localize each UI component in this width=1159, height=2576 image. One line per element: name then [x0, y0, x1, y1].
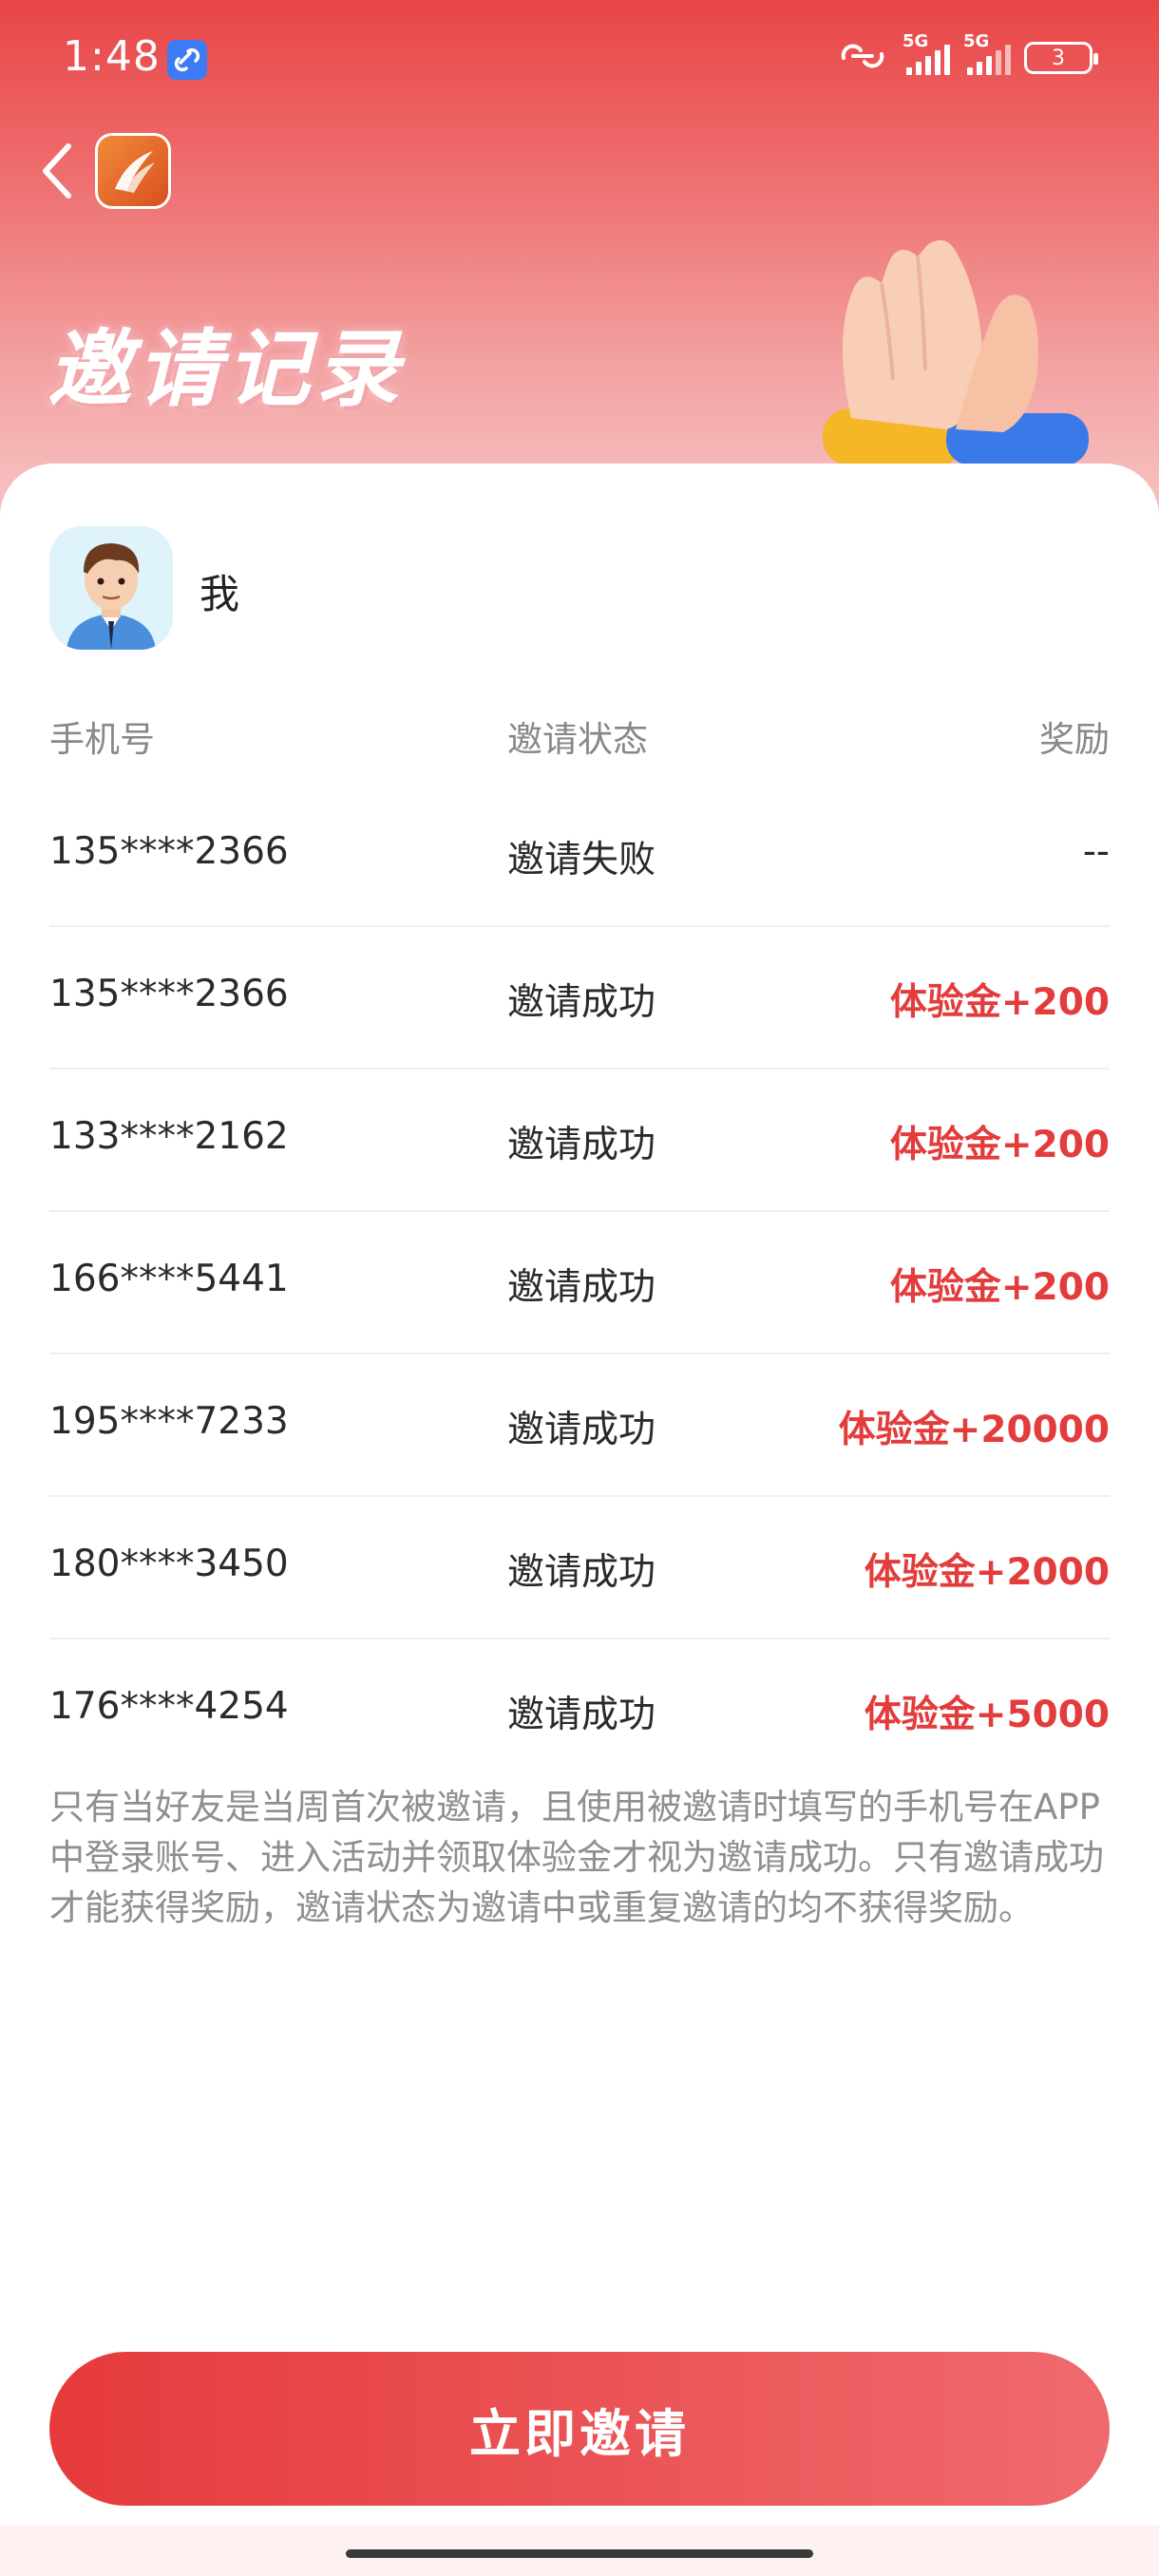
table-row: 176****4254 邀请成功 体验金+5000 — [49, 1639, 1110, 1782]
invite-rules-notice: 只有当好友是当周首次被邀请，且使用被邀请时填写的手机号在APP中登录账号、进入活… — [49, 1787, 1104, 1928]
row-reward: 体验金+20000 — [838, 1409, 1110, 1451]
network-label-1: 5G — [902, 31, 929, 51]
table-row: 135****2366 邀请成功 体验金+200 — [49, 927, 1110, 1070]
row-status: 邀请成功 — [507, 1694, 656, 1736]
table-row: 180****3450 邀请成功 体验金+2000 — [49, 1497, 1110, 1639]
column-header-phone: 手机号 — [49, 719, 155, 760]
row-status: 邀请成功 — [507, 1124, 656, 1166]
status-time: 1:48 — [63, 32, 161, 81]
row-status: 邀请成功 — [507, 1266, 656, 1309]
status-bar: 1:48 5G 5G 3 — [0, 0, 1159, 114]
home-indicator[interactable] — [346, 2549, 813, 2558]
signal-icon-sim1: 5G — [902, 31, 950, 75]
app-logo — [95, 133, 171, 209]
user-avatar — [49, 526, 173, 650]
row-phone: 135****2366 — [49, 973, 289, 1015]
user-name: 我 — [200, 571, 240, 617]
column-header-status: 邀请状态 — [507, 719, 648, 760]
row-reward: -- — [1082, 830, 1110, 873]
status-indicators: 5G 5G 3 — [836, 31, 1098, 82]
link-app-icon — [167, 40, 207, 80]
signal-icon-sim2: 5G — [963, 31, 1011, 75]
invite-now-button[interactable]: 立即邀请 — [49, 2352, 1110, 2506]
row-status: 邀请成功 — [507, 1551, 656, 1594]
column-header-reward: 奖励 — [1039, 719, 1110, 760]
battery-level: 3 — [1052, 46, 1065, 70]
high-five-illustration — [813, 228, 1089, 465]
row-reward: 体验金+2000 — [864, 1551, 1110, 1594]
table-row: 135****2366 邀请失败 -- — [49, 785, 1110, 927]
row-phone: 176****4254 — [49, 1685, 289, 1728]
network-label-2: 5G — [963, 31, 990, 51]
table-row: 166****5441 邀请成功 体验金+200 — [49, 1212, 1110, 1354]
row-status: 邀请成功 — [507, 981, 656, 1024]
back-button[interactable] — [36, 141, 84, 201]
row-phone: 133****2162 — [49, 1115, 289, 1158]
row-status: 邀请成功 — [507, 1409, 656, 1451]
row-phone: 195****7233 — [49, 1400, 289, 1443]
row-phone: 166****5441 — [49, 1258, 289, 1300]
battery-icon: 3 — [1024, 42, 1098, 74]
row-reward: 体验金+200 — [889, 1124, 1110, 1166]
row-phone: 135****2366 — [49, 830, 289, 873]
row-reward: 体验金+200 — [889, 981, 1110, 1024]
row-reward: 体验金+200 — [889, 1266, 1110, 1309]
hotspot-icon — [836, 37, 889, 79]
row-reward: 体验金+5000 — [864, 1694, 1110, 1736]
chevron-left-icon — [43, 143, 71, 199]
page-title: 邀请记录 — [48, 320, 406, 418]
table-row: 133****2162 邀请成功 体验金+200 — [49, 1070, 1110, 1212]
row-status: 邀请失败 — [507, 839, 656, 881]
table-row: 195****7233 邀请成功 体验金+20000 — [49, 1354, 1110, 1497]
row-phone: 180****3450 — [49, 1543, 289, 1585]
